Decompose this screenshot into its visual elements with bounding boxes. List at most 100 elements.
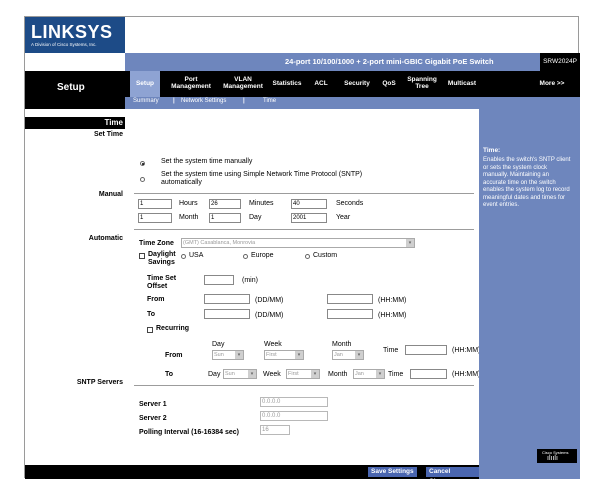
rec-from-day-value: Sun <box>214 352 224 358</box>
help-panel: Time: Enables the switch's SNTP client o… <box>479 109 580 465</box>
radio-custom[interactable] <box>305 254 310 259</box>
main-nav: Setup Port Management VLAN Management St… <box>125 71 580 97</box>
subtab-time[interactable]: Time <box>263 98 276 104</box>
min-label: (min) <box>242 277 258 284</box>
year-field[interactable]: 2001 <box>291 213 327 223</box>
opt-manual-text: Set the system time manually <box>161 158 253 165</box>
to-time-field[interactable] <box>327 309 373 319</box>
radio-europe[interactable] <box>243 254 248 259</box>
tab-acl[interactable]: ACL <box>311 71 331 97</box>
subtab-summary[interactable]: Summary <box>133 98 159 104</box>
cisco-bridge-icon: ılıılı <box>547 455 558 462</box>
rec-from-hhmm: (HH:MM) <box>452 347 481 354</box>
daylight-checkbox[interactable] <box>139 253 145 259</box>
rec-from-week-select[interactable]: First ▾ <box>264 350 304 360</box>
timezone-select[interactable]: (GMT) Casablanca, Monrovia ▾ <box>181 238 415 248</box>
sntp-servers-label: SNTP Servers <box>76 379 123 386</box>
recurring-checkbox[interactable] <box>147 327 153 333</box>
rec-from-day-select[interactable]: Sun ▾ <box>212 350 244 360</box>
to-ddmm: (DD/MM) <box>255 312 284 319</box>
chevron-down-icon: ▾ <box>355 351 363 359</box>
product-title-bar: 24-port 10/100/1000 + 2-port mini-GBIC G… <box>125 53 580 71</box>
divider <box>134 385 474 386</box>
page-frame: LINKSYS A Division of Cisco Systems, Inc… <box>24 16 580 485</box>
tab-port-management[interactable]: Port Management <box>169 71 213 97</box>
help-title: Time: <box>483 147 501 154</box>
rec-to-month-select[interactable]: Jan ▾ <box>353 369 385 379</box>
hours-field[interactable]: 1 <box>138 199 172 209</box>
polling-interval-field[interactable]: 16 <box>260 425 290 435</box>
tab-vlan-management[interactable]: VLAN Management <box>220 71 266 97</box>
chevron-down-icon: ▾ <box>235 351 243 359</box>
to-date-field[interactable] <box>204 309 250 319</box>
divider <box>134 193 474 194</box>
radio-sntp[interactable] <box>140 177 145 182</box>
main-content: Set the system time manually Set the sys… <box>125 109 481 465</box>
server2-label: Server 2 <box>139 415 167 422</box>
from-date-field[interactable] <box>204 294 250 304</box>
hours-label: Hours <box>179 200 198 207</box>
offset-field[interactable] <box>204 275 234 285</box>
automatic-label: Automatic <box>88 235 123 242</box>
year-label: Year <box>336 214 351 221</box>
rec-to-label: To <box>165 371 174 378</box>
rec-month-header: Month <box>332 341 352 348</box>
chevron-down-icon: ▾ <box>376 370 384 378</box>
rec-to-month-value: Jan <box>355 371 364 377</box>
tab-qos[interactable]: QoS <box>380 71 398 97</box>
recurring-label: Recurring <box>156 325 190 332</box>
radio-usa[interactable] <box>181 254 186 259</box>
from-time-field[interactable] <box>327 294 373 304</box>
rec-to-time-field[interactable] <box>410 369 447 379</box>
model-number: SRW2024P <box>540 53 580 71</box>
radio-manual[interactable] <box>140 161 145 166</box>
minutes-field[interactable]: 26 <box>209 199 241 209</box>
from-hhmm: (HH:MM) <box>378 297 407 304</box>
tab-more[interactable]: More >> <box>533 71 571 97</box>
rec-to-week-value: First <box>288 371 299 377</box>
rec-from-week-value: First <box>266 352 277 358</box>
left-label-column <box>25 109 125 465</box>
from-label: From <box>147 296 165 303</box>
rec-from-time-field[interactable] <box>405 345 447 355</box>
rec-to-day-select[interactable]: Sun ▾ <box>223 369 257 379</box>
rec-from-month-select[interactable]: Jan ▾ <box>332 350 364 360</box>
sub-nav-separator: | <box>243 98 245 104</box>
tab-spanning-tree[interactable]: Spanning Tree <box>406 71 438 97</box>
timezone-value: (GMT) Casablanca, Monrovia <box>183 240 256 246</box>
rec-day-header: Day <box>212 341 225 348</box>
cancel-changes-button[interactable]: Cancel Changes <box>426 467 479 485</box>
to-label: To <box>147 311 156 318</box>
tab-security[interactable]: Security <box>340 71 374 97</box>
month-label: Month <box>179 214 199 221</box>
sub-nav-separator: | <box>173 98 175 104</box>
month-field[interactable]: 1 <box>209 213 241 223</box>
rec-from-time-label: Time <box>383 347 399 354</box>
save-settings-button[interactable]: Save Settings <box>368 467 417 477</box>
logo-strip: LINKSYS A Division of Cisco Systems, Inc… <box>25 17 125 53</box>
rec-from-label: From <box>165 352 183 359</box>
tab-multicast[interactable]: Multicast <box>443 71 481 97</box>
rec-to-day-label: Day <box>208 371 221 378</box>
rec-to-week-select[interactable]: First ▾ <box>286 369 320 379</box>
tab-setup[interactable]: Setup <box>130 71 160 97</box>
chevron-down-icon: ▾ <box>311 370 319 378</box>
rec-from-month-value: Jan <box>334 352 343 358</box>
day-field[interactable]: 1 <box>138 213 172 223</box>
usa-label: USA <box>189 252 204 259</box>
help-text: Enables the switch's SNTP client or sets… <box>483 157 571 208</box>
manual-label: Manual <box>98 191 123 198</box>
footer-bar: Save Settings Cancel Changes <box>125 465 479 485</box>
divider <box>134 229 474 230</box>
tab-statistics[interactable]: Statistics <box>269 71 305 97</box>
sub-nav: Summary | Network Settings | Time <box>125 97 580 109</box>
logo-subtitle: A Division of Cisco Systems, Inc. <box>31 42 97 47</box>
seconds-field[interactable]: 40 <box>291 199 327 209</box>
time-set-offset-label: Time Set Offset <box>147 275 177 290</box>
server1-field[interactable]: 0.0.0.0 <box>260 397 328 407</box>
rec-to-week-label: Week <box>263 371 281 378</box>
to-hhmm: (HH:MM) <box>378 312 407 319</box>
subtab-network-settings[interactable]: Network Settings <box>181 98 226 104</box>
server2-field[interactable]: 0.0.0.0 <box>260 411 328 421</box>
seconds-label: Seconds <box>336 200 364 207</box>
